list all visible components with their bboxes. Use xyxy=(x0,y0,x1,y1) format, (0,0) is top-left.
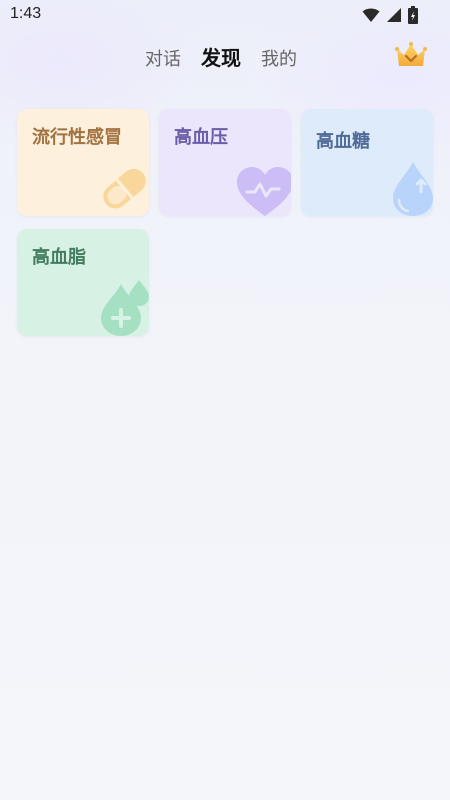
card-hyperglycemia[interactable]: 高血糖 xyxy=(301,109,433,216)
card-hyperlipidemia[interactable]: 高血脂 xyxy=(17,229,149,336)
heart-pulse-icon xyxy=(237,167,291,216)
card-label: 高血脂 xyxy=(32,247,86,268)
status-bar: 1:43 xyxy=(0,0,450,32)
card-label: 高血糖 xyxy=(316,131,370,152)
drop-arrow-up-icon xyxy=(393,162,433,216)
status-time: 1:43 xyxy=(10,5,42,22)
tab-mine[interactable]: 我的 xyxy=(261,45,297,71)
card-label: 流行性感冒 xyxy=(32,127,122,148)
crown-icon[interactable] xyxy=(394,40,428,70)
cell-signal-icon xyxy=(387,8,401,22)
tab-chat[interactable]: 对话 xyxy=(145,45,181,71)
card-hypertension[interactable]: 高血压 xyxy=(159,109,291,216)
tab-discover[interactable]: 发现 xyxy=(201,42,241,71)
card-influenza[interactable]: 流行性感冒 xyxy=(17,109,149,216)
card-label: 高血压 xyxy=(174,127,228,148)
battery-icon xyxy=(408,6,418,24)
nav-tabs: 对话 发现 我的 xyxy=(145,42,297,71)
wifi-icon xyxy=(362,8,380,22)
drop-plus-icon xyxy=(101,280,149,336)
pill-icon xyxy=(103,169,146,209)
status-icons xyxy=(362,6,418,24)
top-navigation: 对话 发现 我的 xyxy=(0,40,450,70)
